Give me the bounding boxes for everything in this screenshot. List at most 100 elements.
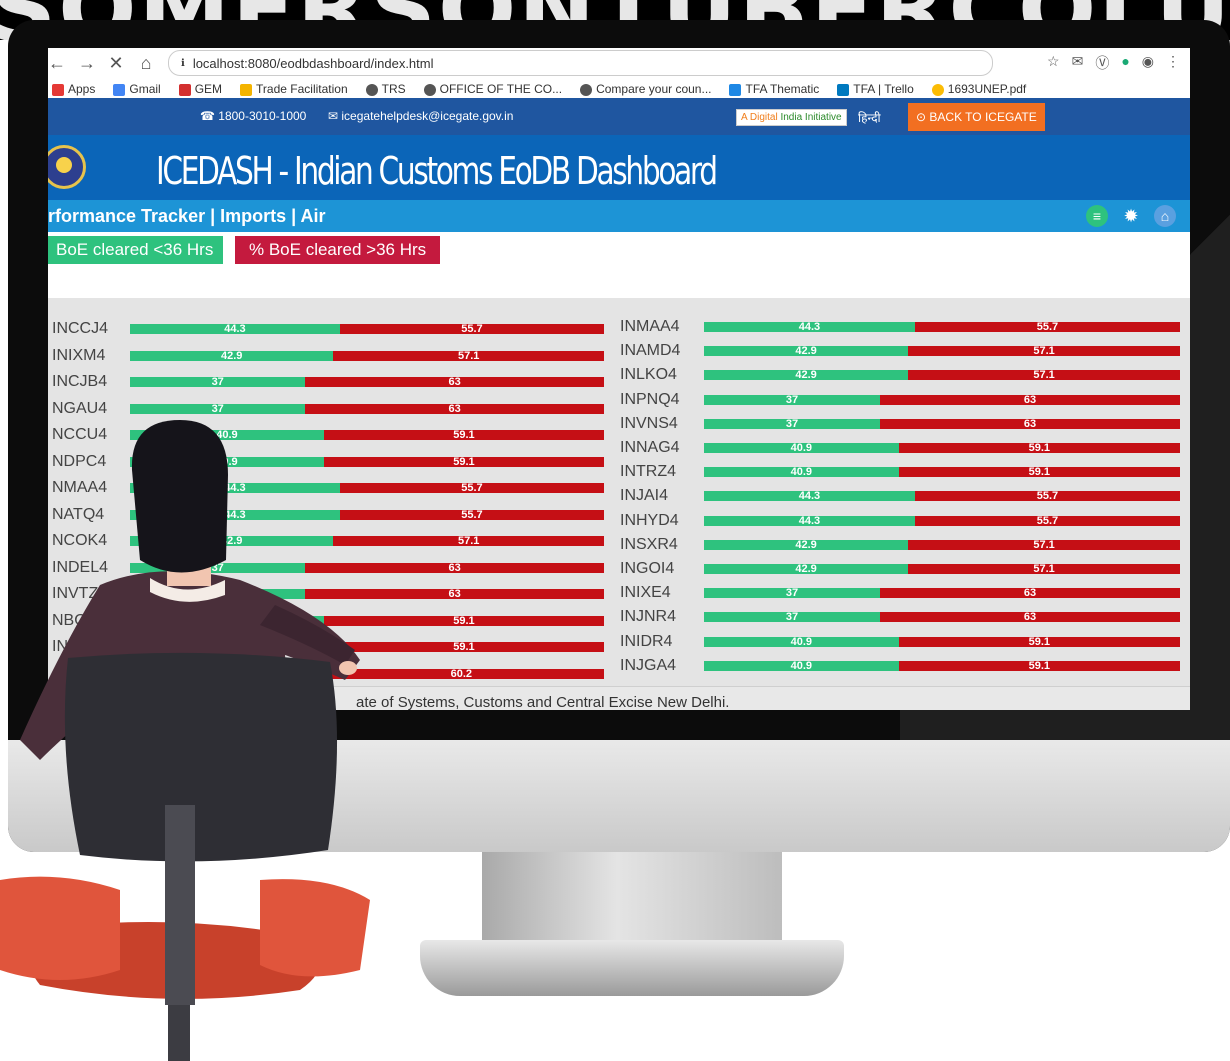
bar-segment-green: 40.9 bbox=[704, 636, 899, 647]
stacked-bar[interactable]: 3763 bbox=[704, 394, 1180, 405]
legend-green[interactable]: BoE cleared <36 Hrs bbox=[48, 236, 224, 264]
bar-segment-green: 37 bbox=[704, 588, 881, 599]
stacked-bar[interactable]: 40.959.1 bbox=[704, 467, 1180, 478]
stacked-bar[interactable]: 40.959.1 bbox=[704, 660, 1180, 671]
stacked-bar[interactable]: 3763 bbox=[704, 612, 1180, 623]
dashboard-header: ICEDASH - Indian Customs EoDB Dashboard bbox=[48, 135, 1190, 200]
digital-india-badge[interactable]: A Digital India Initiative bbox=[736, 109, 847, 126]
phone[interactable]: ☎ 1800-3010-1000 bbox=[200, 109, 306, 123]
row-label: INMAA4 bbox=[620, 318, 680, 335]
bar-segment-red: 63 bbox=[305, 377, 604, 388]
bookmark-trade-facilitation[interactable]: Trade Facilitation bbox=[240, 82, 348, 96]
chart-row-right: INHYD4 44.3 55.7 bbox=[608, 510, 1188, 534]
stacked-bar[interactable]: 44.3 55.7 bbox=[704, 322, 1180, 333]
bookmark-tfa-trello[interactable]: TFA | Trello bbox=[837, 82, 914, 96]
forward-arrow-icon[interactable]: → bbox=[78, 53, 96, 74]
contact-bar: ☎ 1800-3010-1000 ✉ icegatehelpdesk@icega… bbox=[48, 98, 1190, 135]
bar-segment-red: 57.1 bbox=[908, 370, 1180, 381]
close-icon[interactable]: ✕ bbox=[108, 53, 124, 74]
stacked-bar[interactable]: 44.3 55.7 bbox=[704, 515, 1180, 526]
back-to-icegate-button[interactable]: ⊙ BACK TO ICEGATE bbox=[908, 103, 1045, 131]
row-label: INTRZ4 bbox=[620, 463, 676, 481]
bookmark-trs[interactable]: TRS bbox=[365, 82, 406, 96]
bookmark-gmail[interactable]: Gmail bbox=[113, 82, 161, 96]
star-icon[interactable]: ☆ bbox=[1047, 53, 1060, 73]
bar-segment-green: 37 bbox=[130, 377, 306, 388]
chart-row-right: INNAG4 40.9 59.1 bbox=[608, 437, 1188, 461]
chair-arm-left bbox=[0, 876, 120, 980]
chart-row-left: INIXM4 42.9 57.1 bbox=[48, 345, 608, 369]
bookmark-pdf[interactable]: 1693UNEP.pdf bbox=[931, 82, 1026, 96]
monitor-stand-base bbox=[420, 940, 844, 996]
bar-segment-red: 55.7 bbox=[914, 491, 1180, 502]
extension-icon[interactable]: ✉ bbox=[1072, 53, 1084, 73]
home-icon[interactable]: ⌂ bbox=[138, 53, 154, 74]
hindi-link[interactable]: हिन्दी bbox=[858, 109, 881, 126]
bar-segment-green: 42.9 bbox=[130, 350, 334, 361]
row-label: INJGA4 bbox=[620, 656, 677, 674]
bookmark-gem[interactable]: GEM bbox=[178, 82, 222, 96]
row-label: INSXR4 bbox=[620, 535, 678, 553]
stacked-bar[interactable]: 42.9 57.1 bbox=[704, 539, 1180, 550]
back-arrow-icon[interactable]: ← bbox=[48, 53, 66, 74]
bar-segment-red: 59.1 bbox=[898, 443, 1180, 454]
stacked-bar[interactable]: 3763 bbox=[130, 377, 604, 388]
page-title: ICEDASH - Indian Customs EoDB Dashboard bbox=[156, 149, 718, 193]
legend-red[interactable]: % BoE cleared >36 Hrs bbox=[235, 236, 441, 264]
row-label: INCJB4 bbox=[52, 373, 108, 390]
stacked-bar[interactable]: 3763 bbox=[704, 588, 1180, 599]
menu-icon[interactable]: ⋮ bbox=[1166, 53, 1180, 73]
bookmark-tfa-thematic[interactable]: TFA Thematic bbox=[729, 82, 819, 96]
bar-segment-red: 55.7 bbox=[914, 322, 1180, 333]
chart-row-right: INVNS4 37 63 bbox=[608, 413, 1188, 437]
stacked-bar[interactable]: 42.9 57.1 bbox=[704, 370, 1180, 381]
row-label: INIDR4 bbox=[620, 632, 673, 650]
stacked-bar[interactable]: 44.3 55.7 bbox=[130, 324, 604, 335]
bar-segment-green: 42.9 bbox=[704, 370, 909, 381]
bar-segment-green: 37 bbox=[704, 394, 881, 405]
stacked-bar[interactable]: 3763 bbox=[704, 418, 1180, 429]
chart-row-right: INTRZ4 40.9 59.1 bbox=[608, 461, 1188, 485]
chair-back bbox=[64, 652, 338, 862]
bookmark-office[interactable]: OFFICE OF THE CO... bbox=[423, 82, 562, 96]
home-icon[interactable]: ⌂ bbox=[1154, 205, 1176, 227]
bar-segment-green: 44.3 bbox=[704, 322, 915, 333]
bar-segment-green: 44.3 bbox=[704, 491, 915, 502]
stacked-bar[interactable]: 44.3 55.7 bbox=[704, 491, 1180, 502]
browser-chrome: ← → ✕ ⌂ ℹ localhost:8080/eodbdashboard/i… bbox=[48, 48, 1190, 98]
bar-segment-red: 63 bbox=[880, 612, 1180, 623]
stacked-bar[interactable]: 42.9 57.1 bbox=[704, 564, 1180, 575]
stacked-bar[interactable]: 42.9 57.1 bbox=[130, 350, 604, 361]
bar-segment-red: 57.1 bbox=[333, 350, 604, 361]
person-illustration bbox=[0, 420, 370, 1061]
chart-row-left: INCCJ4 44.3 55.7 bbox=[48, 318, 608, 342]
bar-segment-green: 42.9 bbox=[704, 539, 909, 550]
address-bar[interactable]: ℹ localhost:8080/eodbdashboard/index.htm… bbox=[168, 50, 994, 76]
bar-segment-red: 57.1 bbox=[908, 539, 1180, 550]
bookmark-apps[interactable]: Apps bbox=[52, 82, 95, 96]
chart-row-right: INIXE4 37 63 bbox=[608, 582, 1188, 606]
row-label: INHYD4 bbox=[620, 511, 679, 529]
url-text: localhost:8080/eodbdashboard/index.html bbox=[192, 55, 434, 71]
bar-segment-green: 44.3 bbox=[704, 515, 915, 526]
stacked-bar[interactable]: 40.959.1 bbox=[704, 443, 1180, 454]
stacked-bar[interactable]: 40.959.1 bbox=[704, 636, 1180, 647]
bar-segment-red: 63 bbox=[880, 394, 1180, 405]
extensions-bar: ☆ ✉ Ⓥ ● ◉ ⋮ bbox=[1047, 53, 1190, 73]
menu-icon[interactable]: ≡ bbox=[1086, 205, 1108, 227]
chart-row-right: INJNR4 37 63 bbox=[608, 606, 1188, 630]
extension-icon[interactable]: Ⓥ bbox=[1095, 53, 1109, 73]
chart-row-right: INMAA4 44.3 55.7 bbox=[608, 316, 1188, 340]
stacked-bar[interactable]: 42.9 57.1 bbox=[704, 346, 1180, 357]
chair-arm-right bbox=[260, 879, 370, 977]
row-label: INJAI4 bbox=[620, 487, 669, 505]
email[interactable]: ✉ icegatehelpdesk@icegate.gov.in bbox=[328, 109, 513, 123]
person-hair bbox=[131, 420, 228, 573]
profile-icon[interactable]: ◉ bbox=[1142, 53, 1154, 73]
chart-row-right: INPNQ4 37 63 bbox=[608, 389, 1188, 413]
bar-segment-green: 40.9 bbox=[704, 443, 899, 454]
settings-icon[interactable]: ✹ bbox=[1120, 205, 1142, 227]
chart-row-right: INAMD4 42.9 57.1 bbox=[608, 340, 1188, 364]
grammarly-icon[interactable]: ● bbox=[1121, 53, 1129, 73]
bookmark-compare[interactable]: Compare your coun... bbox=[580, 82, 711, 96]
